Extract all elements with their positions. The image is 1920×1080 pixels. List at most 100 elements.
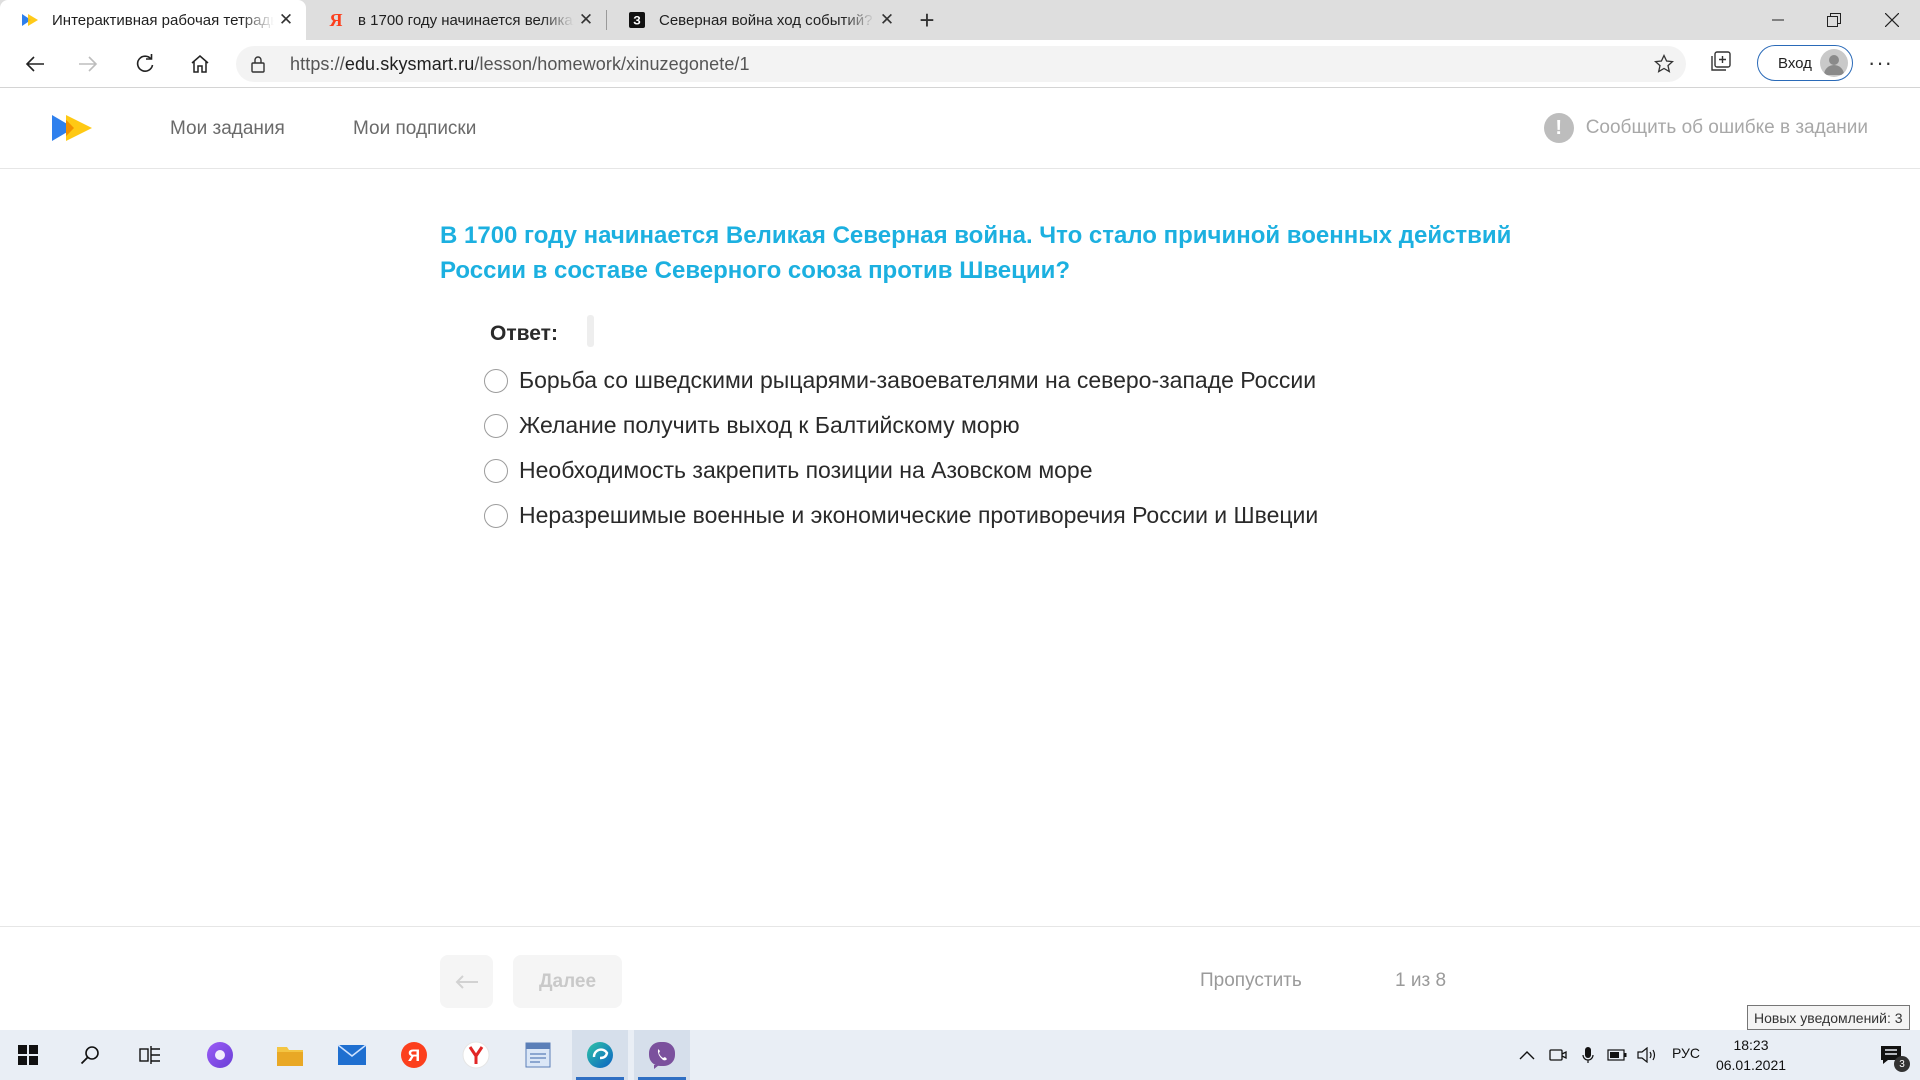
report-error-link[interactable]: ! Сообщить об ошибке в задании — [1543, 113, 1868, 143]
clock-time[interactable]: 18:23 — [1716, 1037, 1786, 1053]
login-button[interactable]: Вход — [1757, 45, 1853, 81]
browser-toolbar: https://edu.skysmart.ru/lesson/homework/… — [0, 40, 1920, 88]
yandex-browser-icon — [462, 1041, 490, 1069]
close-icon[interactable]: ✕ — [875, 8, 899, 32]
close-window-button[interactable] — [1864, 0, 1920, 40]
question-text: В 1700 году начинается Великая Северная … — [440, 222, 1512, 284]
input-language[interactable]: РУС — [1672, 1045, 1700, 1061]
skysmart-logo[interactable] — [52, 113, 94, 148]
mail-icon — [337, 1044, 367, 1065]
home-icon — [191, 55, 209, 73]
edge-button[interactable] — [572, 1030, 628, 1080]
url-path: /lesson/homework/xinuzegonete/1 — [474, 54, 750, 74]
svg-text:З: З — [633, 14, 641, 28]
lock-icon — [250, 55, 266, 78]
taskbar: Я РУС 18:23 06.01.2021 3 — [0, 1030, 1920, 1080]
svg-text:Я: Я — [408, 1046, 420, 1065]
meet-now-icon[interactable] — [1548, 1045, 1568, 1065]
file-explorer-button[interactable] — [262, 1030, 318, 1080]
close-icon[interactable]: ✕ — [274, 8, 298, 32]
login-label: Вход — [1778, 54, 1812, 72]
yandex-icon: Я — [401, 1042, 427, 1068]
radio-button[interactable] — [484, 413, 508, 438]
restore-button[interactable] — [1806, 0, 1862, 40]
minimize-button[interactable] — [1750, 0, 1806, 40]
answer-option[interactable]: Неразрешимые военные и экономические про… — [484, 502, 1318, 529]
yandex-browser-button[interactable] — [448, 1030, 504, 1080]
file-explorer-icon — [277, 1047, 303, 1066]
arrow-left-icon — [455, 974, 478, 989]
alice-button[interactable] — [192, 1030, 248, 1080]
url-text[interactable]: https://edu.skysmart.ru/lesson/homework/… — [290, 54, 750, 75]
close-icon — [1885, 13, 1899, 27]
tab-title: в 1700 году начинается великая северная … — [358, 11, 574, 29]
notepad-icon — [525, 1042, 551, 1068]
home-button[interactable] — [182, 46, 218, 82]
radio-button[interactable] — [484, 458, 508, 483]
back-button[interactable] — [17, 46, 53, 82]
notification-count-badge: 3 — [1894, 1056, 1910, 1072]
forward-button[interactable] — [70, 46, 106, 82]
search-button[interactable] — [62, 1030, 118, 1080]
page-counter: 1 из 8 — [1395, 970, 1447, 991]
volume-icon[interactable] — [1637, 1045, 1657, 1065]
tab-title: Интерактивная рабочая тетрадь Skysmart — [52, 11, 274, 29]
skip-button[interactable]: Пропустить — [1200, 970, 1302, 992]
tab-skysmart[interactable]: Интерактивная рабочая тетрадь Skysmart ✕ — [0, 0, 306, 40]
next-button[interactable]: Далее — [513, 955, 622, 1008]
option-label: Желание получить выход к Балтийскому мор… — [519, 412, 1020, 438]
start-button[interactable] — [0, 1030, 56, 1080]
tab-title: Северная война ход событий? — Знания.sit… — [659, 11, 875, 29]
task-view-button[interactable] — [122, 1030, 178, 1080]
option-label: Необходимость закрепить позиции на Азовс… — [519, 457, 1093, 483]
clock-date[interactable]: 06.01.2021 — [1712, 1057, 1790, 1073]
answer-option[interactable]: Желание получить выход к Балтийскому мор… — [484, 412, 1020, 439]
report-error-label: Сообщить об ошибке в задании — [1585, 117, 1868, 138]
browser-tab-bar: Интерактивная рабочая тетрадь Skysmart ✕… — [0, 0, 1920, 40]
more-menu-icon[interactable]: ··· — [1868, 50, 1893, 76]
viber-button[interactable] — [634, 1030, 690, 1080]
microphone-icon[interactable] — [1578, 1045, 1598, 1065]
restore-icon — [1827, 13, 1841, 27]
tab-znania[interactable]: З Северная война ход событий? — Знания.s… — [607, 0, 907, 40]
collections-icon[interactable] — [1710, 50, 1732, 77]
radio-button[interactable] — [484, 503, 508, 528]
answer-option[interactable]: Борьба со шведскими рыцарями-завоевателя… — [484, 367, 1316, 394]
notepad-button[interactable] — [510, 1030, 566, 1080]
star-icon[interactable] — [1653, 53, 1675, 79]
refresh-icon — [136, 54, 154, 72]
option-label: Неразрешимые военные и экономические про… — [519, 502, 1319, 528]
new-tab-button[interactable]: + — [911, 4, 943, 36]
option-label: Борьба со шведскими рыцарями-завоевателя… — [519, 367, 1317, 393]
nav-my-tasks[interactable]: Мои задания — [170, 118, 285, 140]
address-bar[interactable]: https://edu.skysmart.ru/lesson/homework/… — [236, 46, 1686, 82]
arrow-right-icon — [79, 56, 98, 72]
tab-yandex[interactable]: Я в 1700 году начинается великая северна… — [306, 0, 606, 40]
answer-label: Ответ: — [490, 322, 558, 345]
answer-option[interactable]: Необходимость закрепить позиции на Азовс… — [484, 457, 1093, 484]
refresh-button[interactable] — [127, 46, 163, 82]
url-host: edu.skysmart.ru — [344, 54, 475, 74]
task-footer: Далее Пропустить 1 из 8 — [0, 926, 1920, 1030]
previous-button[interactable] — [440, 955, 493, 1008]
action-center-button[interactable]: 3 — [1862, 1030, 1920, 1080]
exclamation-icon: ! — [1543, 113, 1574, 143]
nav-my-subscriptions[interactable]: Мои подписки — [353, 118, 476, 140]
radio-button[interactable] — [484, 368, 508, 393]
alice-icon — [207, 1042, 233, 1068]
minimize-icon — [1772, 19, 1784, 21]
yandex-button[interactable]: Я — [386, 1030, 442, 1080]
start-icon — [18, 1045, 38, 1065]
task-view-icon — [139, 1046, 160, 1064]
close-icon[interactable]: ✕ — [574, 8, 598, 32]
answer-slot — [587, 315, 594, 347]
znania-icon: З — [629, 12, 645, 28]
notification-tooltip: Новых уведомлений: 3 — [1747, 1005, 1910, 1030]
battery-icon[interactable] — [1607, 1045, 1627, 1065]
mail-button[interactable] — [324, 1030, 380, 1080]
search-icon — [80, 1046, 99, 1065]
url-scheme: https:// — [290, 54, 345, 74]
edge-icon — [587, 1042, 613, 1068]
chevron-up-icon[interactable] — [1517, 1045, 1537, 1065]
skysmart-icon — [22, 12, 38, 28]
